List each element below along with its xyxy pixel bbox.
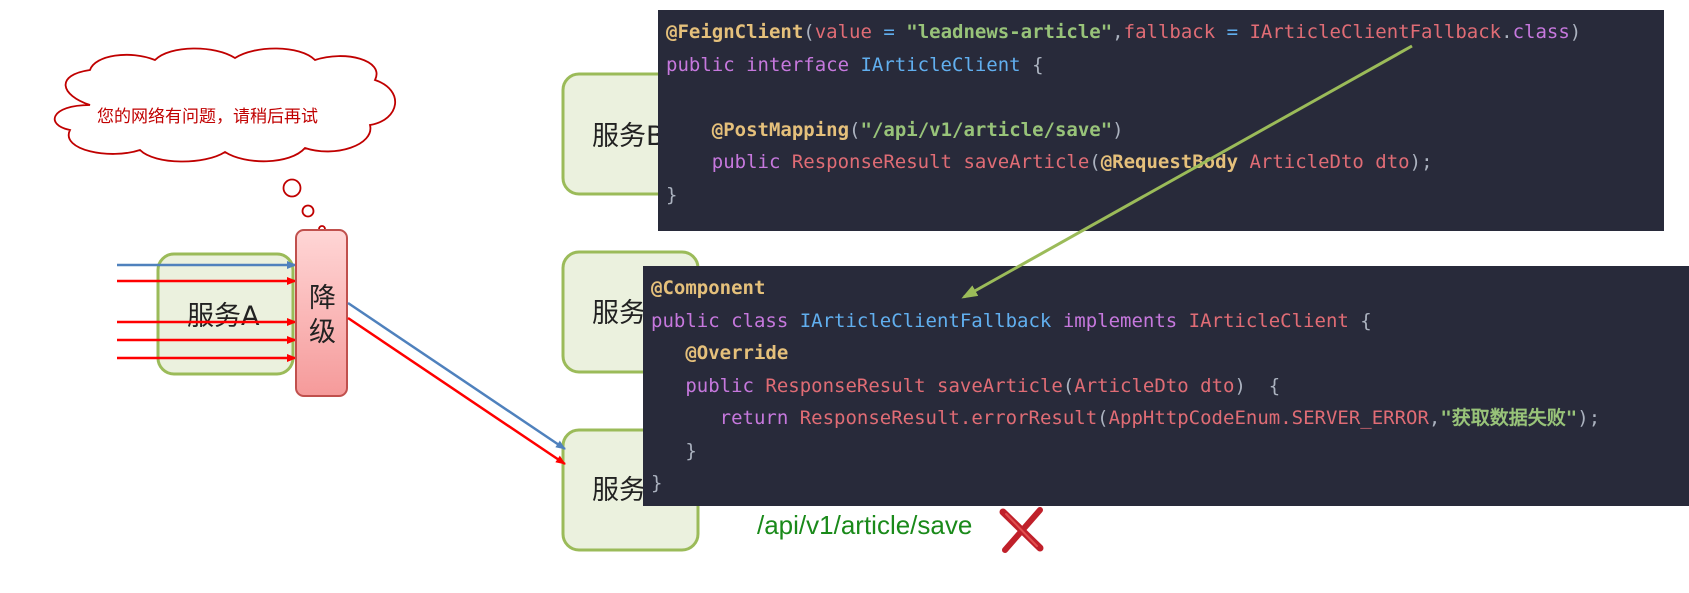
cloud-bubble-medium: [301, 204, 315, 218]
code-token: (: [803, 21, 815, 43]
code-token: {: [1348, 309, 1372, 332]
code-token: saveArticle: [952, 151, 1090, 173]
service-a-label: 服务A: [187, 301, 260, 332]
code-line: }: [666, 179, 1656, 212]
code-token: (: [849, 118, 861, 141]
code-token: class: [1512, 21, 1570, 43]
code-token: .: [1501, 21, 1513, 43]
code-token: return: [719, 407, 800, 429]
code-line: @Override: [651, 337, 1681, 370]
code-token: }: [651, 472, 663, 494]
code-token: "leadnews-article": [906, 21, 1113, 43]
code-token: ,: [1428, 407, 1441, 429]
cloud-message: 您的网络有问题，请稍后再试: [97, 107, 318, 127]
code-token: ): [1569, 21, 1582, 43]
fallback-code-panel: @Component public class IArticleClientFa…: [643, 266, 1689, 506]
code-token: "获取数据失败": [1440, 407, 1578, 429]
code-token: saveArticle: [925, 374, 1063, 397]
code-token: dto: [1363, 151, 1410, 173]
code-token: }: [685, 439, 697, 462]
code-token: public interface: [666, 53, 861, 76]
code-line: public ResponseResult saveArticle(Articl…: [651, 370, 1681, 403]
forward-arrow-red: [347, 316, 566, 466]
code-line: public ResponseResult saveArticle(@Reque…: [666, 146, 1656, 179]
code-token: AppHttpCodeEnum.SERVER_ERROR: [1108, 407, 1429, 429]
degrade-label-1: 降: [309, 283, 336, 314]
code-line: }: [651, 467, 1681, 500]
code-token: IArticleClientFallback: [799, 309, 1052, 332]
code-token: ArticleDto: [1074, 374, 1189, 397]
code-token: @RequestBody: [1100, 151, 1239, 173]
code-token: ) {: [1234, 374, 1281, 397]
code-line: @PostMapping("/api/v1/article/save"): [666, 114, 1656, 147]
feign-client-code-panel: @FeignClient(value = "leadnews-article",…: [658, 10, 1664, 231]
code-line: @FeignClient(value = "leadnews-article",…: [666, 16, 1656, 49]
cloud-bubble-large: [282, 178, 302, 198]
code-token: value: [814, 21, 872, 43]
code-token: ArticleDto: [1238, 151, 1364, 173]
code-line: @Component: [651, 272, 1681, 305]
code-line: return ResponseResult.errorResult(AppHtt…: [651, 402, 1681, 435]
code-token: implements: [1051, 309, 1189, 332]
code-token: );: [1409, 151, 1433, 173]
code-token: ,: [1112, 21, 1124, 43]
code-token: =: [871, 21, 907, 43]
code-token: public: [711, 151, 792, 173]
degrade-label-2: 级: [309, 317, 336, 348]
degrade-box: 降 级: [295, 229, 348, 397]
code-token: @FeignClient: [666, 21, 804, 43]
code-token: @PostMapping: [711, 118, 850, 141]
code-token: (: [1062, 374, 1075, 397]
code-token: ResponseResult: [799, 407, 960, 429]
code-token: @Component: [651, 277, 766, 299]
code-token: ResponseResult: [791, 151, 952, 173]
code-token: IArticleClientFallback: [1249, 21, 1502, 43]
code-token: public class: [651, 309, 800, 332]
code-token: =: [1215, 21, 1250, 43]
code-line: public class IArticleClientFallback impl…: [651, 305, 1681, 338]
code-token: (: [1089, 151, 1101, 173]
thought-cloud: 您的网络有问题，请稍后再试: [53, 47, 396, 233]
code-token: IArticleClient: [860, 53, 1021, 76]
api-path-label: /api/v1/article/save: [757, 510, 973, 540]
service-b-label: 服务B: [592, 121, 665, 152]
code-token: public: [685, 374, 766, 397]
code-token: IArticleClient: [1188, 309, 1349, 332]
code-token: dto: [1188, 374, 1235, 397]
code-token: ResponseResult: [765, 374, 926, 397]
code-token: }: [666, 183, 678, 206]
code-token: .errorResult: [959, 407, 1098, 429]
code-token: fallback: [1123, 21, 1216, 43]
service-a-box: 服务A: [156, 252, 295, 376]
code-token: "/api/v1/article/save": [860, 118, 1113, 141]
code-token: @Override: [685, 342, 789, 364]
code-token: );: [1577, 407, 1601, 429]
code-token: ): [1112, 118, 1124, 141]
code-token: {: [1020, 53, 1044, 76]
code-token: (: [1097, 407, 1109, 429]
code-line: }: [651, 435, 1681, 468]
forward-arrow-blue: [347, 301, 566, 451]
code-line: public interface IArticleClient {: [666, 49, 1656, 82]
